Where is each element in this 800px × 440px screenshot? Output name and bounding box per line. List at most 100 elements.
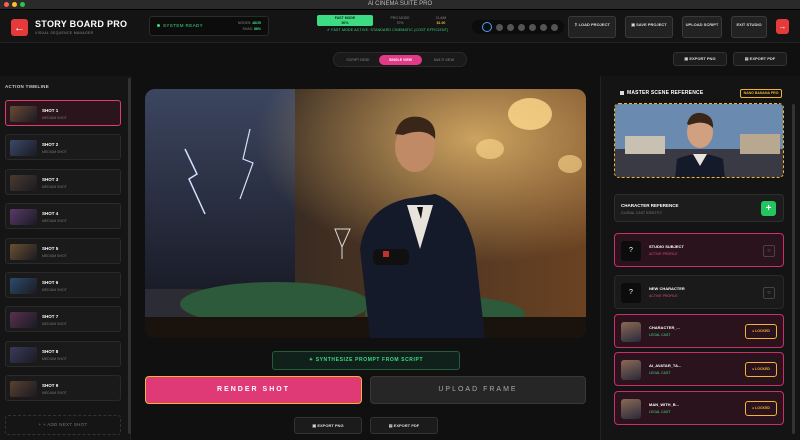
image-icon: ▣ (312, 423, 317, 428)
export-pdf-button[interactable]: ▤ EXPORT PDF (370, 417, 438, 434)
shot-name: SHOT 5 (42, 245, 59, 251)
character-name: STUDIO SUBJECT (649, 244, 684, 249)
shot-meta: MEDIUM SHOT (42, 288, 67, 292)
upload-frame-button[interactable]: UPLOAD FRAME (370, 376, 586, 404)
square-icon (620, 90, 624, 95)
shot-thumbnail (10, 381, 37, 398)
shot-stepper[interactable] (472, 20, 564, 34)
brand: STORY BOARD PRO VISUAL SEQUENCE MANAGER (35, 19, 127, 35)
back-button[interactable]: ← (11, 19, 28, 36)
shot-item[interactable]: SHOT 4 MEDIUM SHOT (5, 203, 121, 230)
master-reference-title: MASTER SCENE REFERENCE (620, 90, 703, 96)
shot-name: SHOT 9 (42, 383, 59, 389)
load-project-label: LOAD PROJECT (578, 22, 610, 27)
avatar (621, 322, 641, 342)
shot-item[interactable]: SHOT 3 MEDIUM SHOT (5, 168, 121, 195)
character-card[interactable]: ? STUDIO SUBJECT ACTIVE PROFILE ○ (614, 233, 784, 267)
pro-mode-sub: 70% (396, 20, 404, 25)
synthesize-label: SYNTHESIZE PROMPT FROM SCRIPT (315, 357, 424, 363)
character-card[interactable]: AI_AVATAR_TA... LEGAL CAST ● LOCKED (614, 352, 784, 386)
unknown-avatar-icon: ? (621, 241, 641, 261)
shot-name: SHOT 6 (42, 280, 59, 285)
tab-multi-view[interactable]: MULTI VIEW (424, 55, 464, 65)
stat-label: NODES: (237, 21, 252, 25)
character-card[interactable]: MAN_WITH_B... LEGAL CAST ● LOCKED (614, 391, 784, 425)
shot-item[interactable]: SHOT 8 MEDIUM SHOT (5, 340, 121, 367)
step-dot[interactable] (482, 22, 492, 32)
lock-icon: ● (752, 367, 755, 371)
shot-name: SHOT 1 (42, 108, 59, 113)
step-dot[interactable] (529, 23, 536, 31)
tab-script-desk[interactable]: SCRIPT DESK (338, 55, 378, 65)
unknown-avatar-icon: ? (621, 283, 641, 303)
app-title: STORY BOARD PRO (35, 19, 128, 29)
master-reference-image[interactable] (614, 103, 784, 178)
upload-script-button[interactable]: UPLOAD SCRIPT (682, 16, 722, 38)
add-character-button[interactable]: + (761, 201, 776, 216)
lock-toggle-icon[interactable]: ○ (763, 245, 775, 257)
arrow-left-icon: ← (14, 21, 25, 34)
shot-item[interactable]: SHOT 2 MEDIUM SHOT (5, 134, 121, 161)
timeline-scrollbar[interactable] (128, 78, 131, 434)
step-dot[interactable] (551, 23, 558, 31)
credit-label: CLAIM (435, 16, 447, 20)
character-status: LEGAL CAST (649, 410, 671, 414)
character-card[interactable]: ? NEW CHARACTER ACTIVE PROFILE ○ (614, 275, 784, 309)
mode-note-text: FAST MODE ACTIVE: STANDARD CINEMATIC (CO… (331, 28, 449, 32)
avatar (621, 360, 641, 380)
shot-meta: MEDIUM SHOT (42, 391, 67, 396)
locked-label: LOCKED (755, 406, 770, 410)
save-project-button[interactable]: ▣ SAVE PROJECT (625, 16, 673, 38)
locked-label: LOCKED (755, 367, 770, 371)
character-name: NEW CHARACTER (649, 286, 685, 291)
shot-item[interactable]: SHOT 5 MEDIUM SHOT (5, 237, 121, 264)
locked-badge[interactable]: ● LOCKED (745, 401, 777, 416)
export-pdf-top-button[interactable]: ▤ EXPORT PDF (733, 52, 787, 66)
fast-mode-label: FAST MODE (334, 16, 356, 20)
exit-studio-button[interactable]: EXIT STUDIO (731, 16, 767, 38)
load-project-button[interactable]: ⇧ LOAD PROJECT (568, 16, 616, 38)
step-dot[interactable] (507, 23, 514, 31)
pro-mode-label: PRO MODE (390, 16, 410, 20)
render-shot-button[interactable]: RENDER SHOT (145, 376, 362, 404)
locked-badge[interactable]: ● LOCKED (745, 324, 777, 339)
add-next-shot-button[interactable]: + + ADD NEXT SHOT (5, 415, 121, 435)
character-card[interactable]: CHARACTER_... LEGAL CAST ● LOCKED (614, 314, 784, 348)
shot-item[interactable]: SHOT 1 MEDIUM SHOT (5, 100, 121, 126)
shot-name: SHOT 8 (42, 348, 59, 354)
export-png-button[interactable]: ▣ EXPORT PNG (294, 417, 362, 434)
synthesize-prompt-button[interactable]: ✦ SYNTHESIZE PROMPT FROM SCRIPT (272, 351, 460, 370)
pro-mode-button[interactable]: PRO MODE 70% (379, 15, 421, 26)
step-dot[interactable] (496, 23, 503, 31)
forward-button[interactable]: → (776, 19, 789, 34)
shot-item[interactable]: SHOT 7 MEDIUM SHOT (5, 306, 121, 333)
lock-toggle-icon[interactable]: ○ (763, 287, 775, 299)
shot-meta: MEDIUM SHOT (42, 184, 67, 189)
shot-meta: MEDIUM SHOT (42, 322, 67, 327)
arrow-right-icon: → (778, 22, 787, 31)
window-title: AI CINEMA SUITE PRO (367, 1, 433, 7)
export-png-top-button[interactable]: ▣ EXPORT PNG (673, 52, 727, 66)
save-icon: ▣ (631, 22, 636, 27)
step-dot[interactable] (540, 23, 547, 31)
model-badge: NANO BANANA PRO (740, 89, 782, 98)
tab-single-view[interactable]: SINGLE VIEW (379, 55, 422, 65)
shot-item[interactable]: SHOT 9 MEDIUM SHOT (5, 375, 121, 402)
character-reference-title: CHARACTER REFERENCE (621, 203, 679, 208)
shot-thumbnail (10, 209, 37, 226)
character-name: CHARACTER_... (649, 325, 680, 330)
character-status: LEGAL CAST (649, 371, 671, 375)
credit-display: CLAIM $1.00 (427, 15, 455, 26)
locked-badge[interactable]: ● LOCKED (745, 362, 777, 377)
export-pdf-label: EXPORT PDF (749, 56, 776, 61)
export-pdf-label: EXPORT PDF (393, 423, 420, 428)
step-dot[interactable] (518, 23, 525, 31)
fast-mode-button[interactable]: FAST MODE 50% (317, 15, 373, 26)
stat-label: SHAS: (242, 26, 253, 31)
character-reference-panel: CHARACTER REFERENCE GLOBAL CAST IDENTITY (614, 194, 784, 222)
shot-item[interactable]: SHOT 6 MEDIUM SHOT (5, 272, 121, 298)
reference-scrollbar[interactable] (792, 104, 795, 434)
system-status-panel: SYSTEM READY NODES: 48/25 SHAS: 88% (149, 16, 269, 36)
shot-meta: MEDIUM SHOT (42, 150, 67, 155)
character-name: AI_AVATAR_TA... (649, 363, 682, 368)
